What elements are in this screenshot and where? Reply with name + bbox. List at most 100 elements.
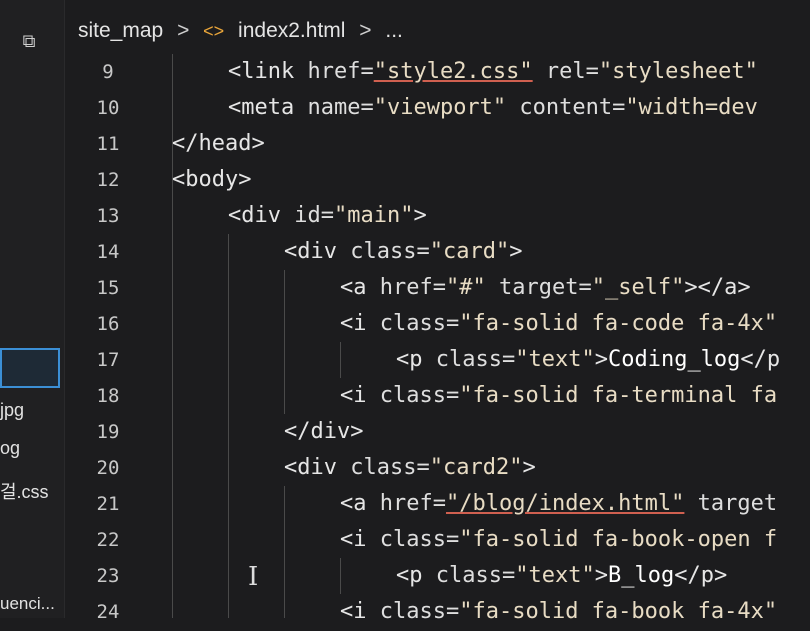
code-token: <div <box>284 239 351 264</box>
code-line[interactable]: 21 <a href="/blog/index.html" target <box>64 486 778 522</box>
line-number: 13 <box>96 205 120 227</box>
file-item[interactable]: jpg <box>0 400 62 421</box>
code-token: <p <box>396 563 436 588</box>
code-text[interactable]: <a href="/blog/index.html" target <box>340 486 777 522</box>
html-file-icon: <> <box>203 21 225 41</box>
code-token: target <box>684 491 778 516</box>
code-token: </p> <box>674 563 728 588</box>
code-token: B_log <box>607 563 675 588</box>
code-token: <p <box>396 347 436 372</box>
chevron-right-icon: > <box>359 19 372 42</box>
code-token: name= <box>307 95 374 120</box>
code-editor[interactable]: 9 <link href="style2.css" rel="stylesheet… <box>64 54 810 624</box>
file-item[interactable]: uenci... <box>0 594 62 614</box>
code-token: id= <box>294 203 334 228</box>
line-number: 17 <box>96 349 120 371</box>
code-text[interactable]: <i class="fa-solid fa-code fa-4x" <box>340 306 777 342</box>
code-line[interactable]: 17 <p class="text">Coding_log</p <box>64 342 781 378</box>
code-token: "fa-solid fa-code fa-4x" <box>459 311 778 336</box>
line-number: 18 <box>96 385 120 407</box>
code-token: <div <box>228 203 295 228</box>
code-text[interactable]: <p class="text">Coding_log</p <box>396 342 780 378</box>
line-number: 14 <box>96 241 120 263</box>
code-line[interactable]: 12 <body> <box>64 162 252 198</box>
code-text[interactable]: <link href="style2.css" rel="stylesheet" <box>228 54 758 90</box>
code-text[interactable]: <i class="fa-solid fa-book fa-4x" <box>340 594 777 630</box>
code-token: "width=dev <box>625 95 758 120</box>
code-token: </head> <box>172 131 265 156</box>
breadcrumb: site_map > <> index2.html > ... <box>78 14 810 48</box>
code-text[interactable]: <p class="text">B_log</p> <box>396 558 727 594</box>
code-text[interactable]: <i class="fa-solid fa-book-open f <box>340 522 777 558</box>
code-token: class= <box>435 563 516 588</box>
code-token: href= <box>379 275 446 300</box>
code-token: </p <box>740 347 781 372</box>
code-token: class= <box>435 347 516 372</box>
file-item[interactable]: 걸.css <box>0 478 62 504</box>
code-line[interactable]: 18 <i class="fa-solid fa-terminal fa <box>64 378 778 414</box>
code-token: <a <box>340 275 380 300</box>
code-line[interactable]: 13 <div id="main"> <box>64 198 427 234</box>
code-line[interactable]: 19 </div> <box>64 414 364 450</box>
chevron-right-icon: > <box>177 19 190 42</box>
breadcrumb-file[interactable]: index2.html <box>238 19 345 42</box>
code-token: "main" <box>333 203 414 228</box>
code-line[interactable]: 23 <p class="text">B_log</p> <box>64 558 728 594</box>
code-token: <a <box>340 491 380 516</box>
code-line[interactable]: 20 <div class="card2"> <box>64 450 536 486</box>
code-token: "#" <box>445 275 486 300</box>
code-token: > <box>509 239 523 264</box>
code-text[interactable]: <body> <box>172 162 251 198</box>
text-cursor-icon: I <box>248 562 259 592</box>
breadcrumb-more[interactable]: ... <box>385 19 403 42</box>
code-token: > <box>522 455 536 480</box>
code-token: "card2" <box>429 455 523 480</box>
code-line[interactable]: 11 </head> <box>64 126 265 162</box>
code-token: "card" <box>429 239 510 264</box>
selected-file-item[interactable] <box>0 348 60 388</box>
code-line[interactable]: 9 <link href="style2.css" rel="stylesheet… <box>64 54 758 90</box>
code-text[interactable]: <meta name="viewport" content="width=dev <box>228 90 758 126</box>
code-token: "stylesheet" <box>598 59 758 84</box>
code-token: href= <box>379 491 446 516</box>
code-text[interactable]: <div class="card2"> <box>284 450 536 486</box>
code-token: <i <box>340 311 380 336</box>
copy-icon[interactable]: ⧉ <box>18 30 40 52</box>
code-line[interactable]: 22 <i class="fa-solid fa-book-open f <box>64 522 778 558</box>
code-text[interactable]: <a href="#" target="_self"></a> <box>340 270 751 306</box>
code-token: <i <box>340 383 380 408</box>
code-token: "/blog/index.html" <box>445 491 685 516</box>
line-number: 23 <box>96 565 120 587</box>
code-text[interactable]: </div> <box>284 414 363 450</box>
code-line[interactable]: 24 <i class="fa-solid fa-book fa-4x" <box>64 594 778 630</box>
code-line[interactable]: 16 <i class="fa-solid fa-code fa-4x" <box>64 306 778 342</box>
line-number: 22 <box>96 529 120 551</box>
code-line[interactable]: 15 <a href="#" target="_self"></a> <box>64 270 751 306</box>
code-text[interactable]: <div class="card"> <box>284 234 522 270</box>
code-token: Coding_log <box>607 347 741 372</box>
code-token: target= <box>485 275 592 300</box>
breadcrumb-folder[interactable]: site_map <box>78 19 163 42</box>
code-line[interactable]: 10 <meta name="viewport" content="width=d… <box>64 90 758 126</box>
code-token: "_self" <box>591 275 685 300</box>
line-number: 21 <box>96 493 120 515</box>
code-token: > <box>413 203 427 228</box>
code-token: content= <box>506 95 626 120</box>
code-token: class= <box>350 239 430 264</box>
code-token: href= <box>307 59 374 84</box>
code-token: </div> <box>284 419 364 444</box>
file-item[interactable]: og <box>0 438 62 459</box>
code-token: "fa-solid fa-terminal fa <box>459 383 778 408</box>
line-number: 10 <box>96 97 120 119</box>
code-token: "text" <box>515 563 595 588</box>
code-token: "text" <box>515 347 595 372</box>
code-token: class= <box>379 383 460 408</box>
code-token: <i <box>340 599 380 624</box>
code-token: ></a> <box>684 275 751 300</box>
code-text[interactable]: <i class="fa-solid fa-terminal fa <box>340 378 777 414</box>
code-token: "fa-solid fa-book-open f <box>459 527 778 552</box>
code-token: <div <box>284 455 351 480</box>
code-text[interactable]: </head> <box>172 126 265 162</box>
code-line[interactable]: 14 <div class="card"> <box>64 234 523 270</box>
code-text[interactable]: <div id="main"> <box>228 198 427 234</box>
